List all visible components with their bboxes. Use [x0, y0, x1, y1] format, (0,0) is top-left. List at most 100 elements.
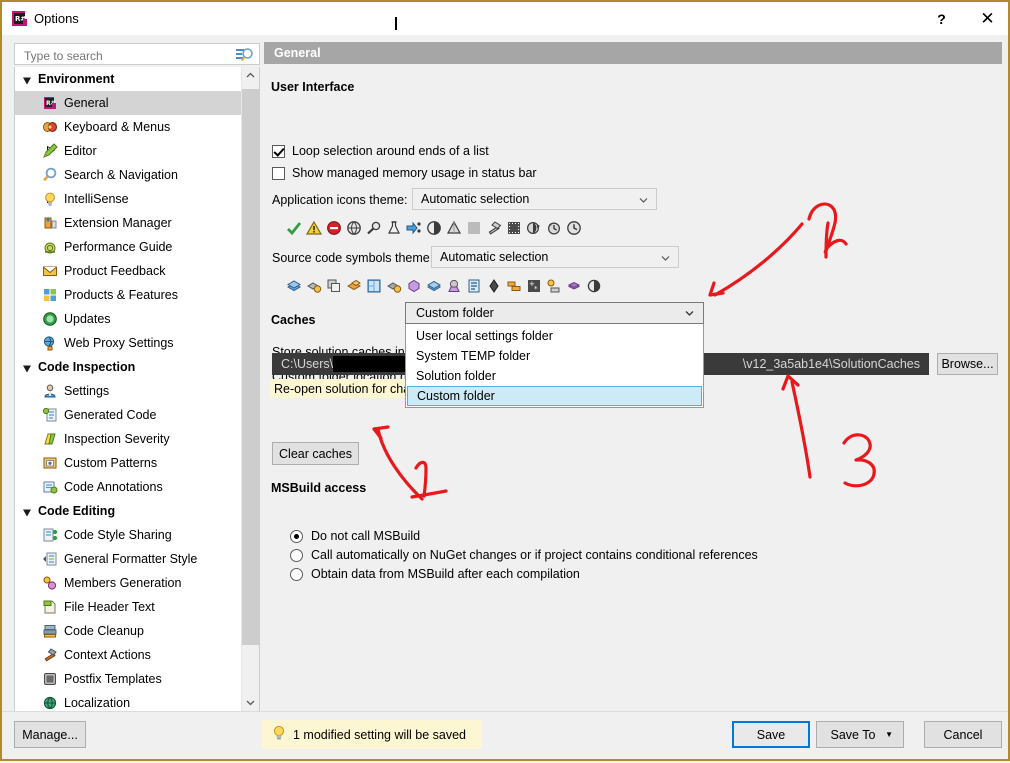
show-memory-row[interactable]: Show managed memory usage in status bar — [272, 166, 537, 180]
sidebar-item-extension-manager[interactable]: Extension Manager — [15, 211, 243, 235]
event-icon[interactable] — [446, 278, 462, 294]
scrollbar-thumb[interactable] — [242, 89, 259, 645]
checkmark-icon[interactable] — [286, 220, 302, 236]
sidebar-item-general[interactable]: R# General — [15, 91, 243, 115]
app-icons-theme-combo[interactable]: Automatic selection — [412, 188, 657, 210]
sidebar-item-label: Updates — [64, 312, 111, 326]
sidebar-item-localization[interactable]: Localization — [15, 691, 243, 711]
struct-icon[interactable] — [346, 278, 362, 294]
settings-tree[interactable]: Environment R# General Keyboard & Menus Edit… — [14, 67, 260, 712]
inspection-icon[interactable] — [366, 220, 382, 236]
contrast-icon[interactable] — [586, 278, 602, 294]
hammer-icon[interactable] — [486, 220, 502, 236]
grid-icon[interactable] — [506, 220, 522, 236]
dropdown-option-2[interactable]: Solution folder — [406, 366, 703, 386]
expand-triangle-icon[interactable] — [23, 75, 32, 84]
store-solution-caches-options[interactable]: User local settings folder System TEMP fo… — [405, 324, 704, 408]
constant-icon[interactable] — [566, 278, 582, 294]
lightbulb-icon[interactable] — [466, 220, 482, 236]
sidebar-item-search-navigation[interactable]: Search & Navigation — [15, 163, 243, 187]
list-icon[interactable] — [466, 278, 482, 294]
interface-icon[interactable] — [366, 278, 382, 294]
scroll-up-icon[interactable] — [242, 67, 259, 84]
field-icon[interactable] — [486, 278, 502, 294]
warning-icon[interactable] — [305, 220, 323, 236]
cone-icon[interactable] — [446, 220, 462, 236]
sidebar-item-members-generation[interactable]: Members Generation — [15, 571, 243, 595]
dropdown-option-1[interactable]: System TEMP folder — [406, 346, 703, 366]
path-prefix: C:\Users\ — [281, 357, 334, 371]
browse-button[interactable]: Browse... — [937, 353, 998, 375]
tree-scrollbar[interactable] — [241, 67, 259, 711]
sidebar-item-product-feedback[interactable]: Product Feedback — [15, 259, 243, 283]
sidebar-item-label: Code Cleanup — [64, 624, 144, 638]
save-button[interactable]: Save — [732, 721, 810, 748]
globe-icon[interactable] — [346, 220, 362, 236]
msbuild-option-0[interactable]: Do not call MSBuild — [290, 529, 420, 543]
loop-selection-row[interactable]: Loop selection around ends of a list — [272, 144, 489, 158]
cancel-button[interactable]: Cancel — [924, 721, 1002, 748]
search-box[interactable] — [14, 43, 260, 65]
operator-icon[interactable]: + * — [526, 278, 542, 294]
sidebar-item-generated-code[interactable]: Generated Code — [15, 403, 243, 427]
loop-selection-checkbox[interactable] — [272, 144, 285, 158]
close-button[interactable]: ✕ — [965, 2, 1010, 35]
expand-triangle-icon[interactable] — [23, 363, 32, 372]
manage-button[interactable]: Manage... — [14, 721, 86, 748]
namespace-icon[interactable] — [286, 278, 302, 294]
store-solution-caches-dropdown[interactable]: Custom folder — [405, 302, 704, 324]
sidebar-item-updates[interactable]: Updates — [15, 307, 243, 331]
class2-icon[interactable] — [386, 278, 402, 294]
dropdown-option-3[interactable]: Custom folder — [407, 386, 702, 406]
tree-group-code-editing[interactable]: Code Editing — [15, 499, 243, 523]
msbuild-radio-1[interactable] — [290, 548, 303, 562]
bookmark-icon[interactable] — [526, 220, 542, 236]
sidebar-item-postfix-templates[interactable]: Postfix Templates — [15, 667, 243, 691]
sidebar-item-editor[interactable]: Editor — [15, 139, 243, 163]
refactor-icon[interactable] — [406, 220, 422, 236]
sidebar-item-keyboard-menus[interactable]: Keyboard & Menus — [15, 115, 243, 139]
sidebar-item-context-actions[interactable]: Context Actions — [15, 643, 243, 667]
sidebar-item-file-header-text[interactable]: File Header Text — [15, 595, 243, 619]
sidebar-item-custom-patterns[interactable]: Custom Patterns — [15, 451, 243, 475]
sidebar-item-general-formatter-style[interactable]: General Formatter Style — [15, 547, 243, 571]
sidebar-item-web-proxy-settings[interactable]: Web Proxy Settings — [15, 331, 243, 355]
tree-group-code-inspection[interactable]: Code Inspection — [15, 355, 243, 379]
sidebar-item-code-style-sharing[interactable]: Code Style Sharing — [15, 523, 243, 547]
analysis-icon[interactable] — [426, 220, 442, 236]
sidebar-item-code-annotations[interactable]: Code Annotations — [15, 475, 243, 499]
tree-group-environment[interactable]: Environment — [15, 67, 243, 91]
scroll-down-icon[interactable] — [242, 694, 259, 711]
sidebar-item-products-features[interactable]: Products & Features — [15, 283, 243, 307]
property-icon[interactable] — [506, 278, 522, 294]
clear-caches-button[interactable]: Clear caches — [272, 442, 359, 465]
sidebar-item-label: General — [64, 96, 109, 110]
dropdown-option-0[interactable]: User local settings folder — [406, 326, 703, 346]
sidebar-item-inspection-severity[interactable]: Inspection Severity — [15, 427, 243, 451]
show-memory-checkbox[interactable] — [272, 166, 285, 180]
sidebar-item-performance-guide[interactable]: Performance Guide — [15, 235, 243, 259]
symbols-theme-combo[interactable]: Automatic selection — [431, 246, 679, 268]
clock-icon[interactable] — [566, 220, 582, 236]
enum-icon[interactable] — [406, 278, 422, 294]
msbuild-option-2[interactable]: Obtain data from MSBuild after each comp… — [290, 567, 580, 581]
copy-icon[interactable] — [326, 278, 342, 294]
msbuild-radio-0[interactable] — [290, 529, 303, 543]
history-icon[interactable] — [546, 220, 562, 236]
search-input[interactable] — [22, 47, 231, 65]
msbuild-option-1[interactable]: Call automatically on NuGet changes or i… — [290, 548, 758, 562]
flask-icon[interactable] — [386, 220, 402, 236]
save-to-button[interactable]: Save To ▼ — [816, 721, 904, 748]
help-button[interactable]: ? — [919, 2, 964, 35]
delegate-icon[interactable] — [426, 278, 442, 294]
search-icon[interactable] — [236, 47, 254, 63]
sidebar-item-code-cleanup[interactable]: Code Cleanup — [15, 619, 243, 643]
sidebar-item-label: Extension Manager — [64, 216, 172, 230]
error-icon[interactable] — [326, 220, 342, 236]
class-icon[interactable] — [306, 278, 322, 294]
method-icon[interactable] — [546, 278, 562, 294]
sidebar-item-intellisense[interactable]: IntelliSense — [15, 187, 243, 211]
msbuild-radio-2[interactable] — [290, 567, 303, 581]
sidebar-item-settings[interactable]: Settings — [15, 379, 243, 403]
expand-triangle-icon[interactable] — [23, 507, 32, 516]
